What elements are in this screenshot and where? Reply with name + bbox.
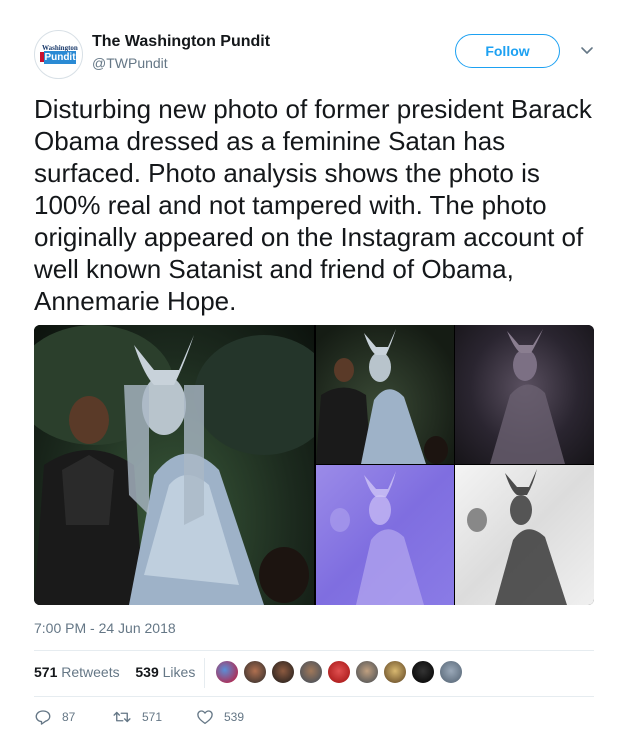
like-count: 539 (224, 710, 245, 724)
reply-count: 87 (62, 710, 76, 724)
likes-count[interactable]: 539 (135, 664, 158, 680)
account-handle[interactable]: @TWPundit (92, 55, 168, 71)
stats-divider (204, 658, 205, 688)
photo-thumb-edges[interactable] (455, 465, 594, 605)
tweet-media[interactable] (34, 325, 594, 605)
tweet-timestamp[interactable]: 7:00 PM - 24 Jun 2018 (34, 620, 176, 636)
liker-avatar[interactable] (439, 660, 463, 684)
liker-avatar[interactable] (411, 660, 435, 684)
liker-avatar[interactable] (355, 660, 379, 684)
photo-thumb-original[interactable] (316, 325, 454, 464)
retweet-icon (113, 711, 131, 723)
liker-avatar[interactable] (327, 660, 351, 684)
likes-label[interactable]: Likes (163, 664, 196, 680)
liker-avatar[interactable] (271, 660, 295, 684)
chevron-down-icon[interactable] (579, 42, 595, 58)
reply-icon (35, 710, 51, 725)
follow-button[interactable]: Follow (455, 34, 560, 68)
divider-top (34, 650, 594, 651)
photo-thumb-noise[interactable] (455, 325, 594, 464)
liker-avatar[interactable] (215, 660, 239, 684)
retweet-count: 571 (142, 710, 163, 724)
like-action[interactable]: 539 (196, 708, 244, 726)
photo-thumb-edges-scene (467, 469, 567, 605)
liker-avatar[interactable] (383, 660, 407, 684)
liker-avatar[interactable] (243, 660, 267, 684)
logo-word-text: Pundit (44, 52, 76, 63)
divider-bottom (34, 696, 594, 697)
retweet-action[interactable]: 571 (112, 708, 162, 726)
liker-avatar[interactable] (299, 660, 323, 684)
retweets-count[interactable]: 571 (34, 664, 57, 680)
tweet-header: Washington Pundit The Washington Pundit … (34, 30, 604, 80)
account-name[interactable]: The Washington Pundit (92, 33, 270, 51)
heart-icon (197, 710, 213, 725)
account-avatar[interactable]: Washington Pundit (34, 30, 83, 79)
retweets-label[interactable]: Retweets (61, 664, 119, 680)
photo-main[interactable] (34, 325, 314, 605)
photo-thumb-emboss[interactable] (316, 465, 454, 605)
photo-main-scene (34, 325, 314, 605)
tweet-actions: 87 571 539 (34, 708, 334, 730)
photo-thumb-noise-scene (490, 329, 565, 464)
engagement-stats: 571 Retweets 539 Likes (34, 664, 195, 680)
photo-thumb-emboss-scene (330, 471, 424, 605)
tweet-text: Disturbing new photo of former president… (34, 94, 592, 316)
photo-thumb-original-scene (316, 329, 448, 464)
reply-action[interactable]: 87 (34, 708, 75, 726)
